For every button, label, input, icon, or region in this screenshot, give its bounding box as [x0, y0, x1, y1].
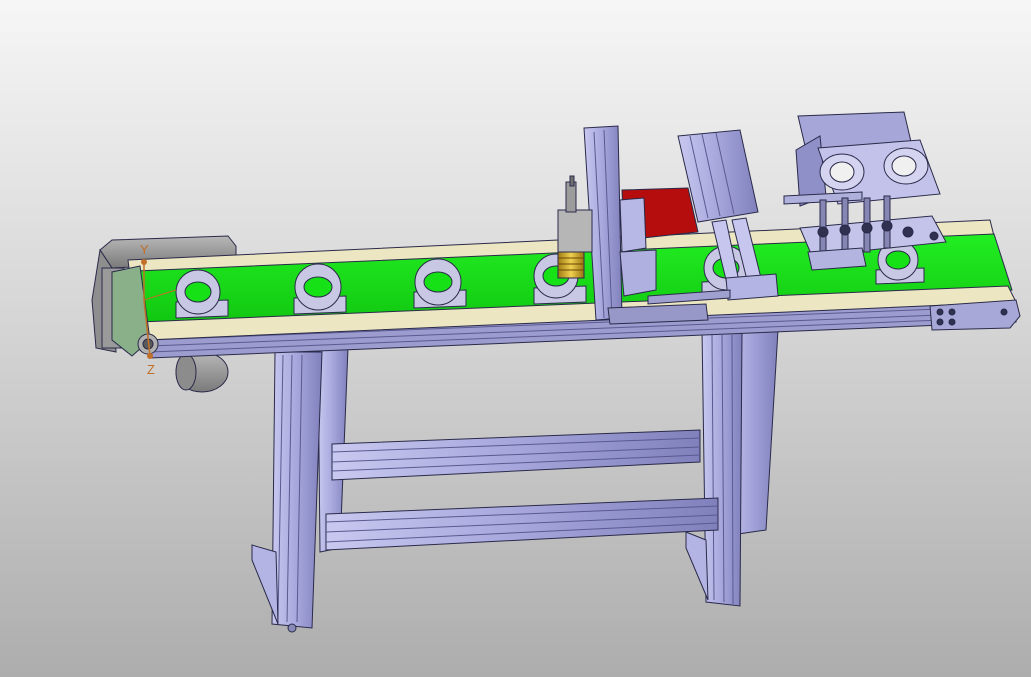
frame-leg-right-plate: [685, 531, 709, 601]
press-floor-block: [607, 303, 709, 325]
support-frame[interactable]: [251, 329, 779, 633]
press-base-plate: [619, 249, 657, 297]
cylinder-pusher-plate: [725, 273, 779, 301]
axis-z-label: Z: [147, 362, 155, 377]
conveyor-assembly-model[interactable]: Y Z: [0, 0, 1031, 677]
press-spindle-tool: [557, 251, 585, 279]
frame-leg-front-left: [271, 351, 323, 629]
press-slide-plate: [619, 197, 647, 253]
gripper-jaw: [807, 247, 867, 271]
axis-y-label: Y: [140, 242, 149, 257]
frame-leg-front-left-plate: [251, 544, 279, 625]
press-sensor-head: [557, 209, 593, 253]
cad-viewport[interactable]: Y Z: [0, 0, 1031, 677]
